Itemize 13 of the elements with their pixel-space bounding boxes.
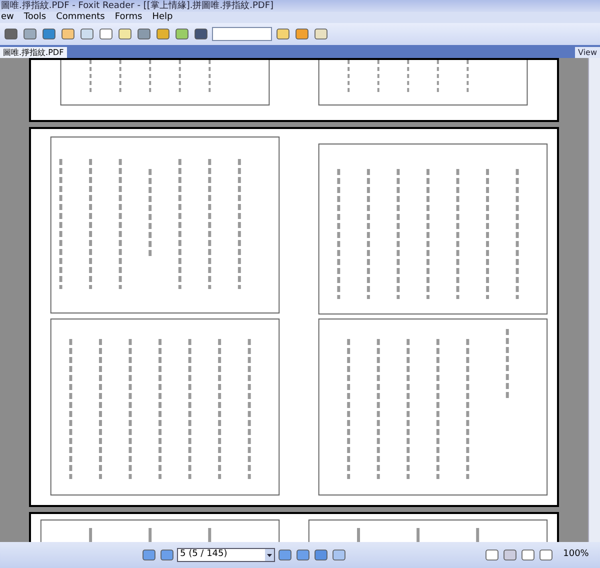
document-tab[interactable]: View — [575, 47, 600, 58]
page-field[interactable]: 5 (5 / 145) — [177, 548, 275, 562]
menu-item[interactable]: Tools — [24, 13, 46, 22]
menu-item[interactable]: ew — [1, 13, 14, 22]
dropdown-icon[interactable] — [265, 549, 274, 561]
scrollbar[interactable] — [588, 58, 600, 542]
window-title: 圖唯.掙指紋.PDF - Foxit Reader - [[掌上情緣].拼圖唯.掙指紋.PDF] — [1, 2, 274, 10]
search-field[interactable] — [212, 27, 272, 41]
menu-item[interactable]: Forms — [114, 13, 142, 22]
document-tab[interactable]: 圖唯.掙指紋.PDF — [0, 47, 67, 58]
menu-item[interactable]: Comments — [56, 13, 105, 22]
zoom-level[interactable]: 100% — [556, 548, 596, 562]
menu-item[interactable]: Help — [152, 13, 173, 22]
